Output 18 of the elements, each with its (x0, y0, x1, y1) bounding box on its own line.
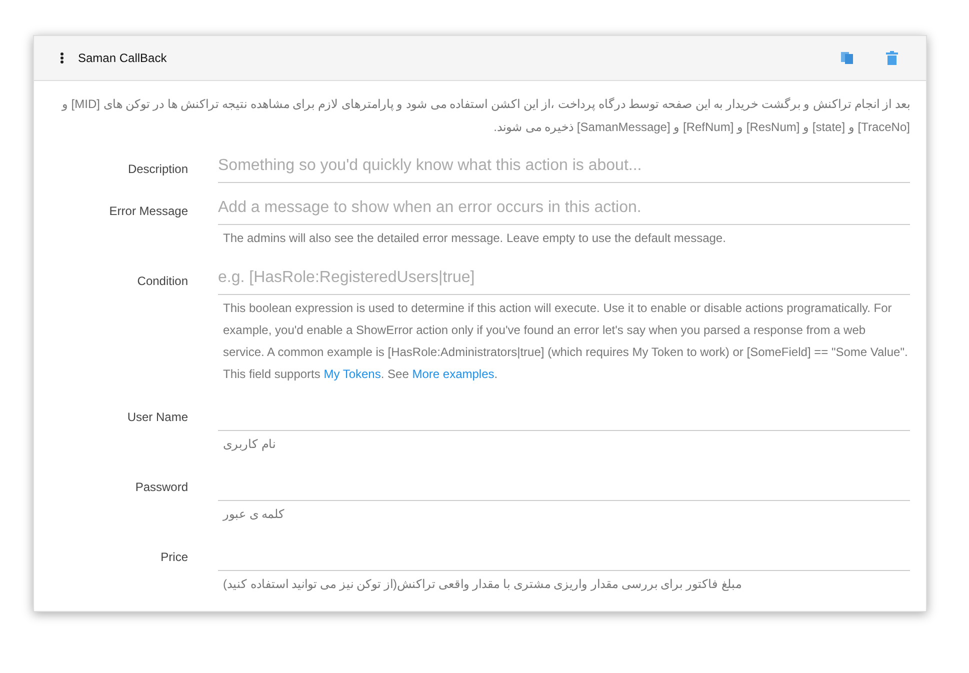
help-text: The admins will also see the detailed error message. Leave empty to use the default message. (222, 230, 727, 247)
field-label: Description (126, 161, 188, 178)
help-text: نام کاربری (222, 436, 276, 453)
help-link[interactable]: My Tokens (324, 367, 381, 381)
field-label: Condition (136, 273, 188, 290)
panel-title: Saman CallBack (78, 51, 167, 65)
intro-text: بعد از انجام تراکنش و برگشت خریدار به این صفحه توسط درگاه پرداخت ،از این اکشن استفاده می شود و پارامترهای لازم برای مشاهده نتیجه تراکنش ها در توکن های [MID] و [TraceNo] و [state] و [ResNum] و [RefNum] و [SamanMessage] ذخیره می شوند. (60, 96, 910, 136)
trash-icon[interactable] (886, 51, 898, 65)
help-text: مبلغ فاکتور برای بررسی مقدار واریزی مشتری با مقدار واقعی تراکنش(از توکن نیز می توانید استفاده کنید) (222, 576, 742, 593)
copy-icon[interactable] (840, 51, 854, 65)
field-label: Password (134, 479, 188, 496)
drag-handle-icon[interactable] (60, 52, 64, 64)
help-link[interactable]: More examples (412, 367, 494, 381)
help-text: کلمه ی عبور (222, 506, 286, 523)
field-label: User Name (126, 409, 188, 426)
field-label: Error Message (108, 203, 188, 220)
help-text: This boolean expression is used to determine if this action will execute. Use it to enable or disable actions programatically. For example, you'd enable a ShowError action only if you've found an error let's say when you parsed a response from a web service. A common example is [HasRole:Administrators|true] (which requires My Token to work) or [SomeField] == "Some Value". This field supports My Tokens. See More examples. (222, 300, 909, 383)
field-label: Price (160, 549, 188, 566)
